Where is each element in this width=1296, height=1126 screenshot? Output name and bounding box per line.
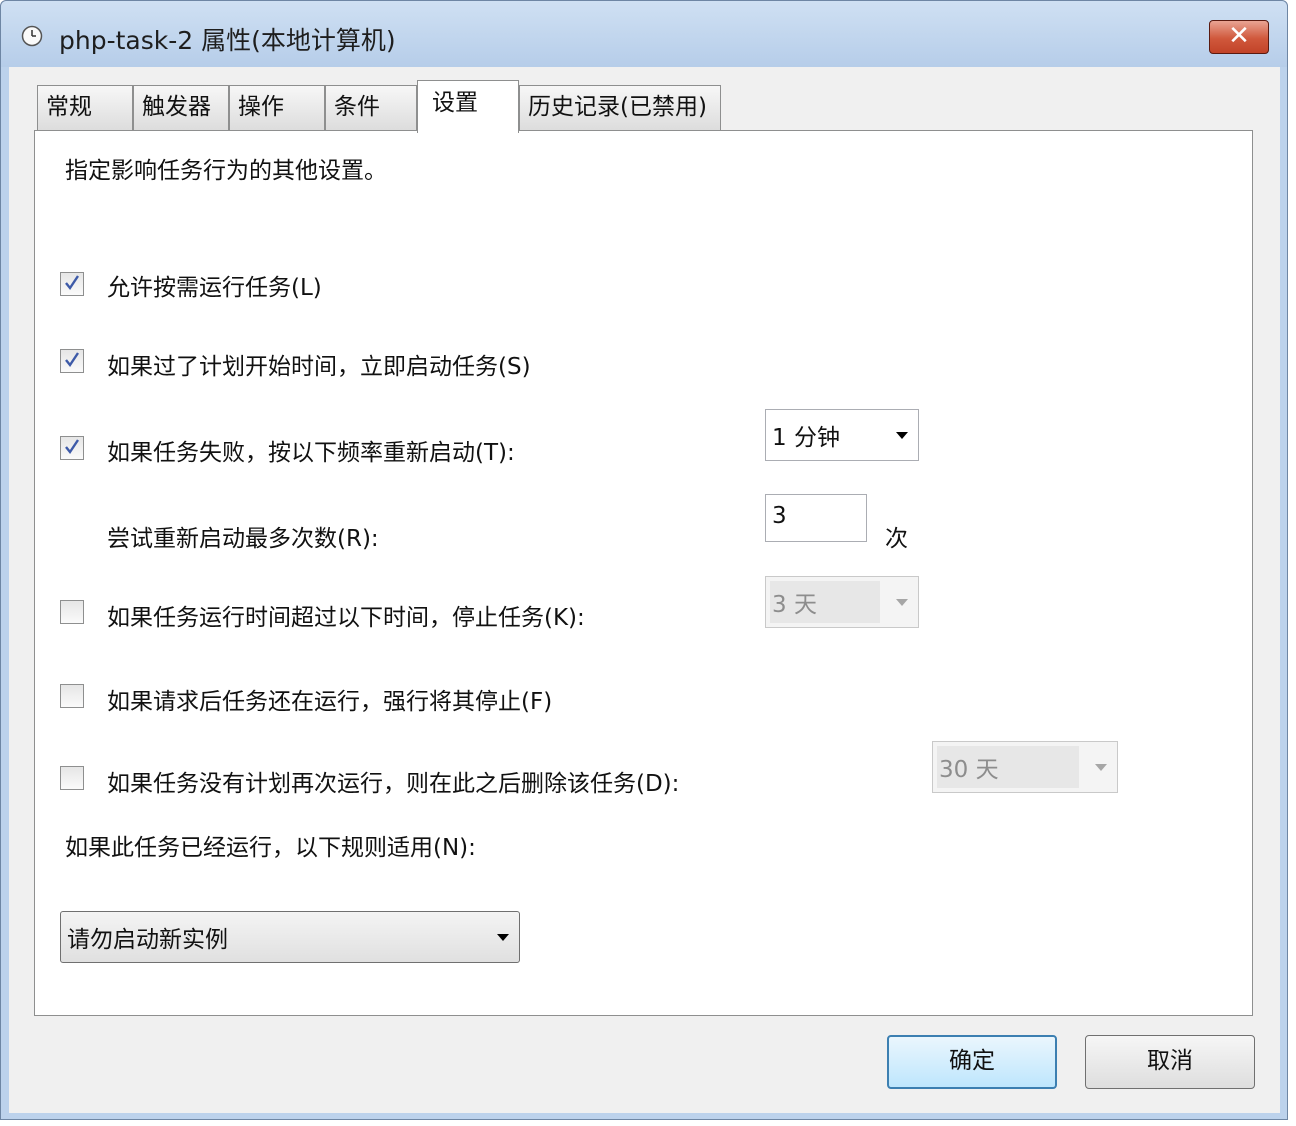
- running-rule-select[interactable]: 请勿启动新实例: [60, 911, 520, 963]
- stop-duration-select[interactable]: 3 天: [765, 576, 919, 628]
- running-rule-value: 请勿启动新实例: [67, 927, 228, 953]
- dropdown-arrow-icon: [896, 432, 908, 439]
- run-asap-checkbox[interactable]: [60, 349, 84, 373]
- restart-interval-select[interactable]: 1 分钟: [765, 409, 919, 461]
- cancel-button[interactable]: 取消: [1085, 1035, 1255, 1089]
- restart-on-fail-label: 如果任务失败，按以下频率重新启动(T):: [107, 440, 515, 466]
- restart-attempts-input[interactable]: 3: [765, 494, 867, 542]
- allow-on-demand-label: 允许按需运行任务(L): [107, 275, 322, 301]
- allow-on-demand-checkbox[interactable]: [60, 272, 84, 296]
- checkmark-icon: [65, 439, 79, 455]
- stop-if-longer-checkbox[interactable]: [60, 600, 84, 624]
- force-stop-label: 如果请求后任务还在运行，强行将其停止(F): [107, 689, 553, 715]
- dialog-body: 常规 触发器 操作 条件 设置 历史记录(已禁用) 指定影响任务行为的其他设置。…: [9, 67, 1280, 1113]
- force-stop-checkbox[interactable]: [60, 684, 84, 708]
- restart-attempts-value: 3: [772, 503, 787, 529]
- settings-panel: 指定影响任务行为的其他设置。 允许按需运行任务(L) 如果过了计划开始时间，立即…: [34, 130, 1253, 1016]
- delete-after-select[interactable]: 30 天: [932, 741, 1118, 793]
- restart-attempts-unit: 次: [885, 526, 908, 552]
- tab-history[interactable]: 历史记录(已禁用): [519, 85, 721, 131]
- tab-actions[interactable]: 操作: [229, 85, 325, 131]
- tab-conditions[interactable]: 条件: [325, 85, 417, 131]
- close-button[interactable]: ✕: [1209, 20, 1269, 54]
- tab-settings[interactable]: 设置: [417, 80, 519, 133]
- tab-general[interactable]: 常规: [37, 85, 133, 131]
- stop-if-longer-label: 如果任务运行时间超过以下时间，停止任务(K):: [107, 605, 585, 631]
- delete-if-not-scheduled-checkbox[interactable]: [60, 766, 84, 790]
- tab-triggers[interactable]: 触发器: [133, 85, 229, 131]
- dropdown-arrow-icon: [497, 934, 509, 941]
- restart-interval-value: 1 分钟: [772, 425, 840, 451]
- panel-description: 指定影响任务行为的其他设置。: [65, 158, 387, 184]
- dropdown-arrow-icon: [1095, 764, 1107, 771]
- title-bar: php-task-2 属性(本地计算机) ✕: [1, 1, 1287, 67]
- ok-button[interactable]: 确定: [887, 1035, 1057, 1089]
- clock-icon: [21, 25, 43, 47]
- checkmark-icon: [65, 275, 79, 291]
- dropdown-arrow-icon: [896, 599, 908, 606]
- delete-if-not-scheduled-label: 如果任务没有计划再次运行，则在此之后删除该任务(D):: [107, 771, 680, 797]
- delete-after-value: 30 天: [939, 757, 999, 783]
- run-asap-label: 如果过了计划开始时间，立即启动任务(S): [107, 354, 531, 380]
- checkmark-icon: [65, 352, 79, 368]
- restart-on-fail-checkbox[interactable]: [60, 436, 84, 460]
- window-title: php-task-2 属性(本地计算机): [59, 26, 396, 55]
- running-rule-label: 如果此任务已经运行，以下规则适用(N):: [65, 835, 476, 861]
- task-properties-window: php-task-2 属性(本地计算机) ✕ 常规 触发器 操作 条件 设置 历…: [0, 0, 1288, 1120]
- restart-attempts-label: 尝试重新启动最多次数(R):: [107, 526, 379, 552]
- stop-duration-value: 3 天: [772, 592, 817, 618]
